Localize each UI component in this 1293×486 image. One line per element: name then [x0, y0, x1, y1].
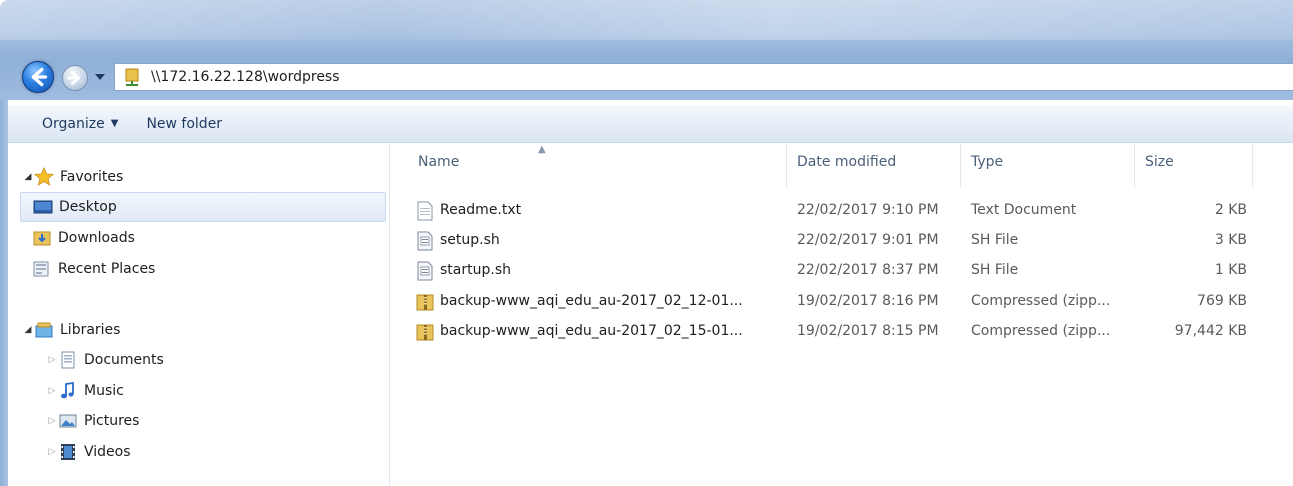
file-date: 19/02/2017 8:16 PM: [797, 293, 939, 309]
documents-icon: [61, 351, 75, 369]
sort-ascending-icon: ▲: [538, 144, 546, 155]
navigation-bar: \\172.16.22.128\wordpress: [8, 60, 1293, 94]
expand-triangle-icon[interactable]: ◢: [22, 324, 34, 336]
file-name: backup-www_aqi_edu_au-2017_02_12-01...: [440, 293, 743, 309]
file-type: Compressed (zipp...: [971, 323, 1111, 339]
back-arrow-icon: [31, 67, 48, 87]
column-separator[interactable]: [1134, 144, 1135, 188]
new-folder-button[interactable]: New folder: [132, 105, 236, 142]
recent-places-icon: [33, 261, 49, 277]
file-size: 2 KB: [1214, 202, 1247, 218]
file-row[interactable]: setup.sh 22/02/2017 9:01 PM SH File 3 KB: [412, 226, 1257, 256]
nav-item-pictures[interactable]: ▷ Pictures: [46, 406, 140, 436]
command-bar: Organize ▼ New folder: [8, 105, 1293, 143]
nav-item-label: Documents: [84, 352, 164, 368]
file-row[interactable]: backup-www_aqi_edu_au-2017_02_15-01... 1…: [412, 317, 1257, 347]
nav-item-desktop[interactable]: Desktop: [20, 192, 386, 222]
nav-item-label: Videos: [84, 444, 131, 460]
nav-item-downloads[interactable]: Downloads: [32, 223, 135, 253]
nav-item-videos[interactable]: ▷ Videos: [46, 437, 131, 467]
navigation-pane: ◢ Favorites Desktop Downloads Recent Pla…: [8, 144, 390, 486]
file-date: 19/02/2017 8:15 PM: [797, 323, 939, 339]
nav-libraries-label: Libraries: [60, 322, 121, 338]
address-path: \\172.16.22.128\wordpress: [151, 69, 340, 85]
organize-label: Organize: [42, 115, 105, 132]
file-size: 769 KB: [1197, 293, 1247, 309]
zip-folder-icon: [416, 294, 434, 311]
new-folder-label: New folder: [146, 115, 223, 132]
collapse-triangle-icon[interactable]: ▷: [46, 446, 58, 458]
music-icon: [61, 381, 74, 399]
desktop-icon: [33, 200, 53, 214]
column-header-type[interactable]: Type: [971, 154, 1003, 170]
file-list: ▲ Name Date modified Type Size Readme.tx…: [392, 144, 1293, 486]
window-frame-left: [0, 100, 8, 486]
script-file-icon: [417, 261, 433, 281]
file-date: 22/02/2017 8:37 PM: [797, 262, 939, 278]
column-header-date[interactable]: Date modified: [797, 154, 896, 170]
nav-item-recent-places[interactable]: Recent Places: [32, 254, 155, 284]
collapse-triangle-icon[interactable]: ▷: [46, 415, 58, 427]
nav-item-label: Recent Places: [58, 261, 156, 277]
chevron-down-icon: ▼: [110, 118, 119, 129]
nav-favorites[interactable]: ◢ Favorites: [22, 162, 123, 192]
file-date: 22/02/2017 9:10 PM: [797, 202, 939, 218]
column-header-name[interactable]: Name: [418, 154, 459, 170]
network-folder-icon: [125, 68, 139, 86]
back-button[interactable]: [22, 61, 54, 93]
videos-icon: [61, 444, 75, 460]
forward-arrow-icon: [67, 71, 81, 85]
file-row[interactable]: startup.sh 22/02/2017 8:37 PM SH File 1 …: [412, 256, 1257, 286]
nav-item-label: Music: [84, 383, 124, 399]
file-type: SH File: [971, 232, 1019, 248]
file-name: backup-www_aqi_edu_au-2017_02_15-01...: [440, 323, 743, 339]
nav-item-label: Pictures: [84, 413, 140, 429]
file-name: Readme.txt: [440, 202, 522, 218]
column-header-size[interactable]: Size: [1145, 154, 1174, 170]
downloads-folder-icon: [33, 231, 51, 246]
file-size: 3 KB: [1214, 232, 1247, 248]
file-row[interactable]: backup-www_aqi_edu_au-2017_02_12-01... 1…: [412, 287, 1257, 317]
file-size: 97,442 KB: [1174, 323, 1247, 339]
recent-pages-dropdown-icon[interactable]: [94, 72, 106, 82]
libraries-icon: [35, 322, 53, 338]
nav-item-documents[interactable]: ▷ Documents: [46, 345, 164, 375]
file-name: startup.sh: [440, 262, 511, 278]
nav-item-music[interactable]: ▷ Music: [46, 376, 124, 406]
nav-libraries[interactable]: ◢ Libraries: [22, 315, 121, 345]
address-bar[interactable]: \\172.16.22.128\wordpress: [114, 63, 1293, 91]
zip-folder-icon: [416, 324, 434, 341]
file-type: Text Document: [971, 202, 1077, 218]
file-type: SH File: [971, 262, 1019, 278]
nav-item-label: Desktop: [59, 199, 117, 215]
collapse-triangle-icon[interactable]: ▷: [46, 385, 58, 397]
file-size: 1 KB: [1214, 262, 1247, 278]
column-separator[interactable]: [786, 144, 787, 188]
forward-button[interactable]: [62, 65, 88, 91]
collapse-triangle-icon[interactable]: ▷: [46, 354, 58, 366]
file-date: 22/02/2017 9:01 PM: [797, 232, 939, 248]
nav-favorites-label: Favorites: [60, 169, 124, 185]
expand-triangle-icon[interactable]: ◢: [22, 171, 34, 183]
file-type: Compressed (zipp...: [971, 293, 1111, 309]
file-row[interactable]: Readme.txt 22/02/2017 9:10 PM Text Docum…: [412, 196, 1257, 226]
column-separator[interactable]: [1252, 144, 1253, 188]
script-file-icon: [417, 231, 433, 251]
pictures-icon: [59, 414, 77, 428]
organize-button[interactable]: Organize ▼: [30, 105, 132, 142]
file-name: setup.sh: [440, 232, 500, 248]
nav-item-label: Downloads: [58, 230, 135, 246]
star-icon: [34, 167, 54, 186]
text-file-icon: [417, 201, 433, 221]
column-separator[interactable]: [960, 144, 961, 188]
